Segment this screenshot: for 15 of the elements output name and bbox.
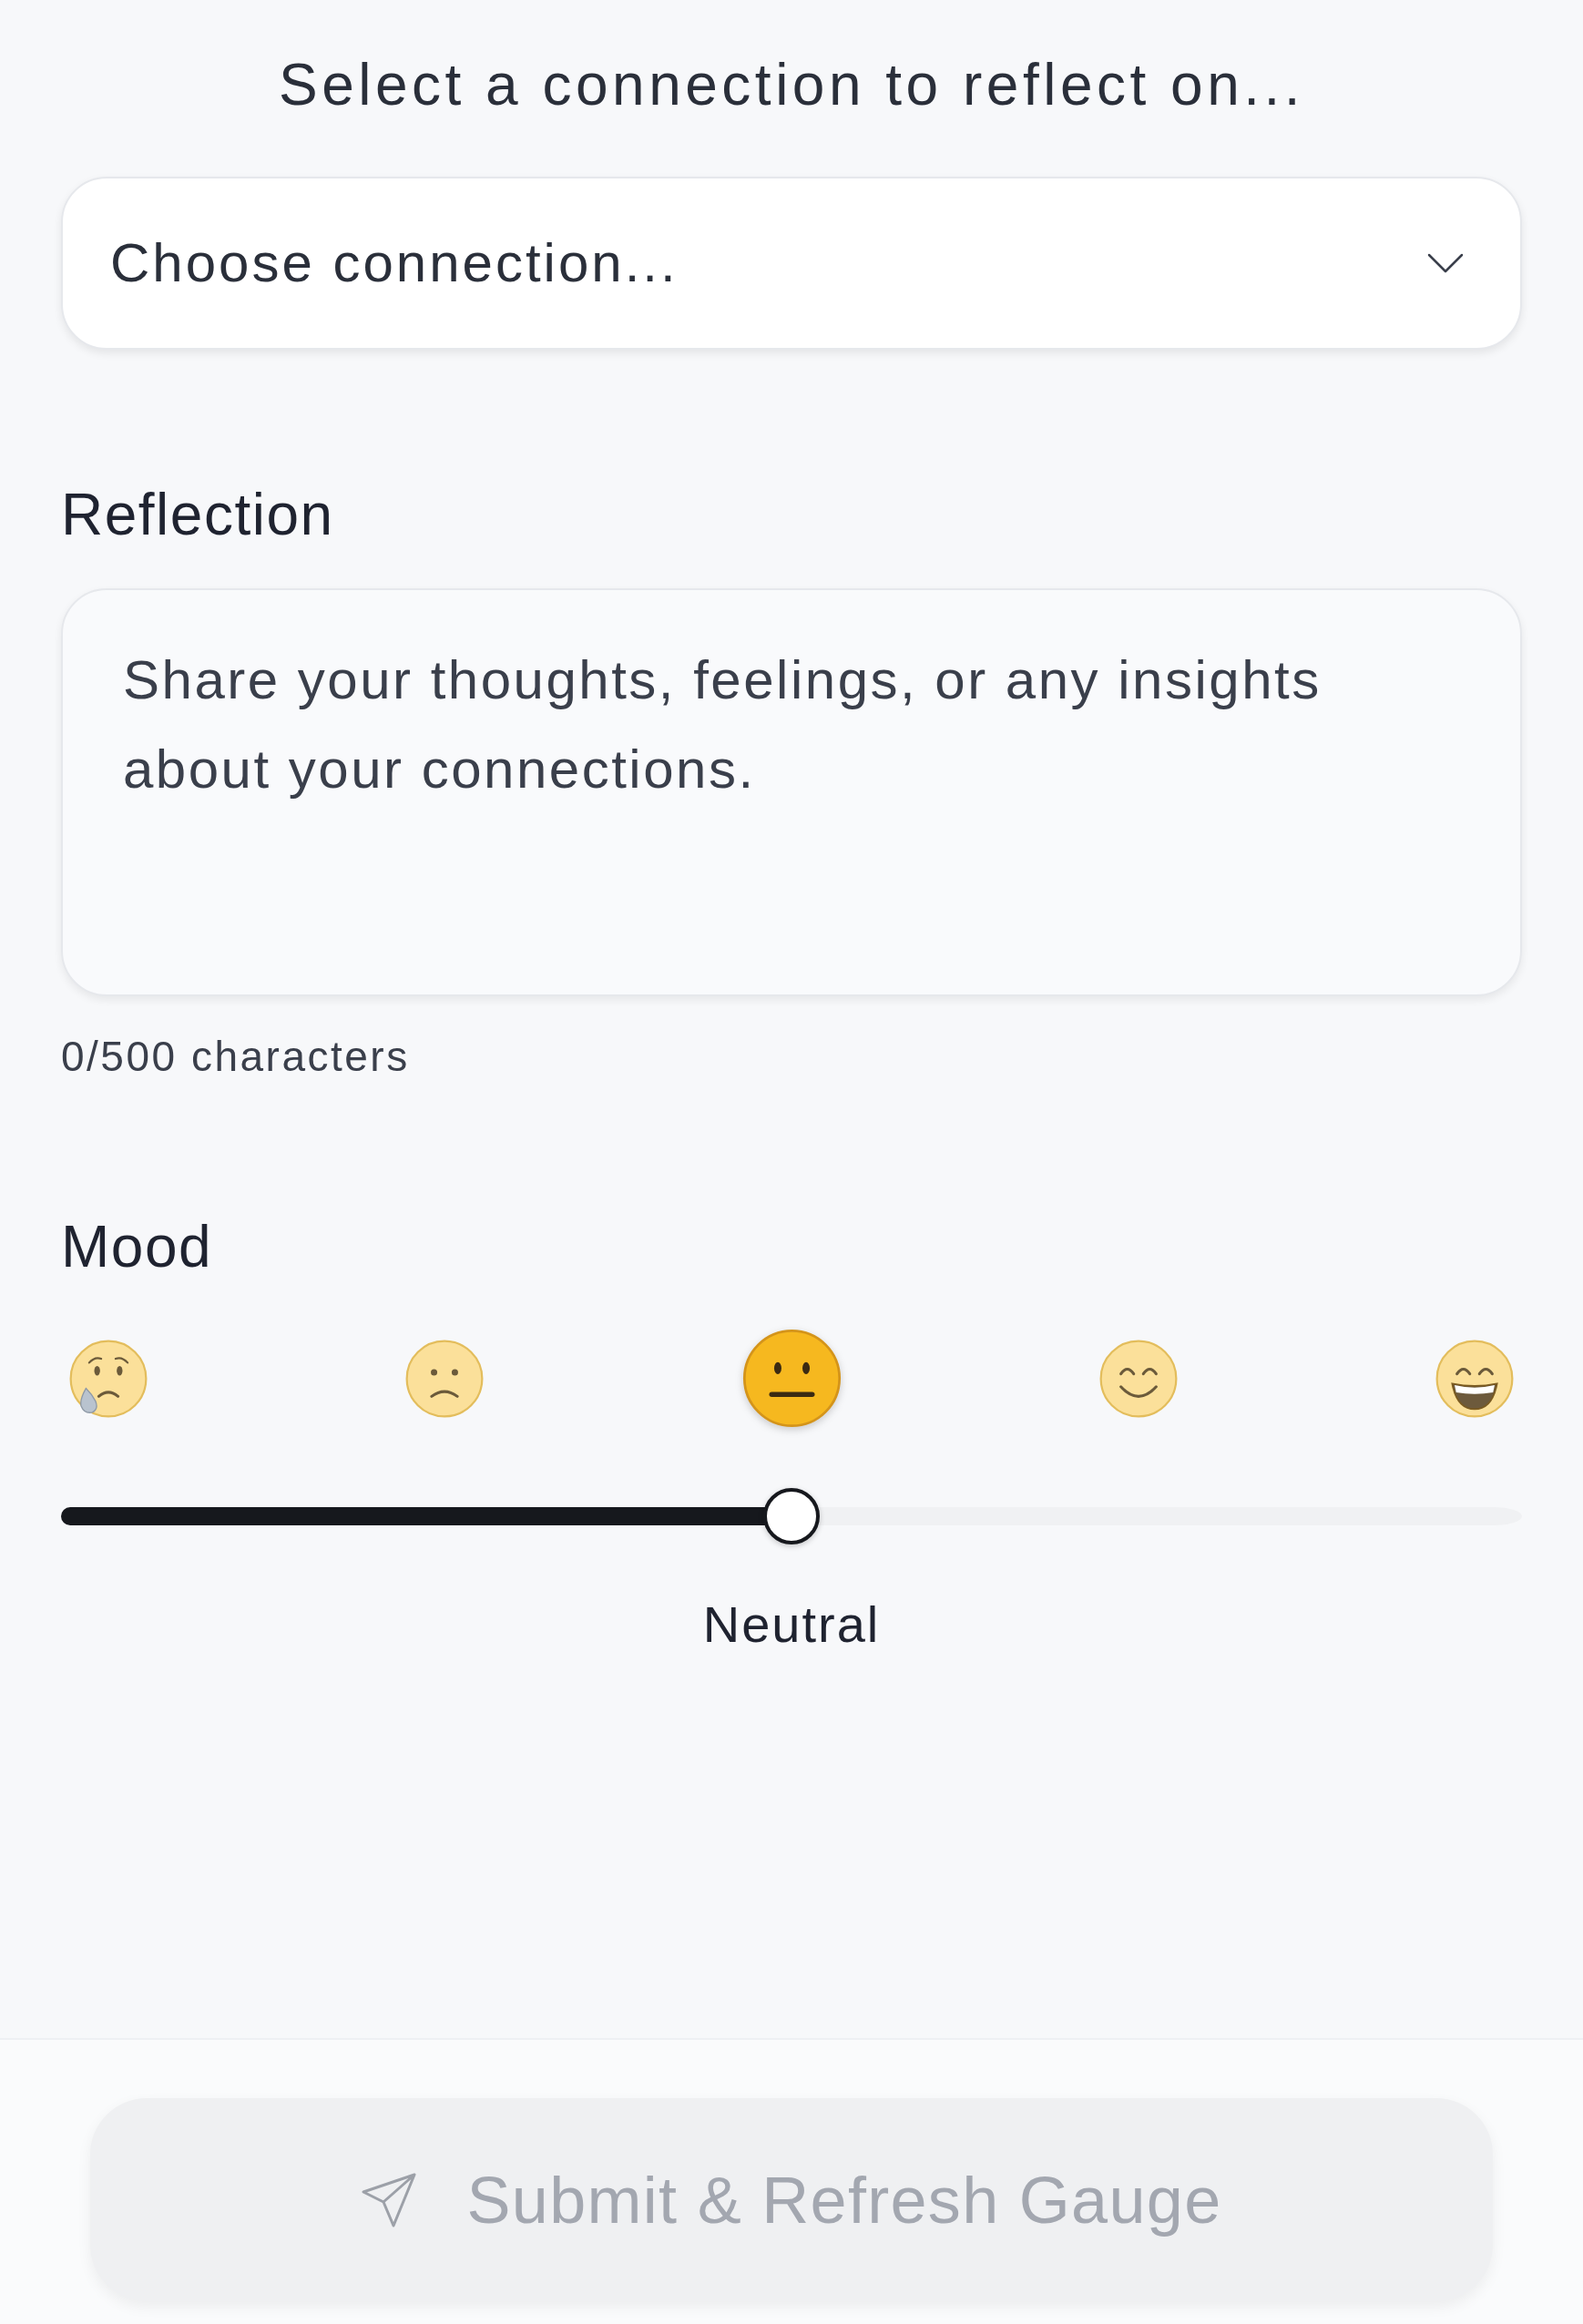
mood-label: Mood [61, 1213, 213, 1280]
slider-thumb[interactable] [763, 1488, 820, 1544]
frowning-face-icon[interactable] [404, 1338, 485, 1419]
crying-face-icon[interactable] [68, 1338, 148, 1419]
character-counter: 0/500 characters [61, 1032, 410, 1081]
smiling-face-icon[interactable] [1098, 1338, 1179, 1419]
send-icon [361, 2171, 418, 2228]
grinning-face-icon[interactable] [1435, 1338, 1515, 1419]
reflection-textarea[interactable]: Share your thoughts, feelings, or any insights about your connections. [61, 588, 1522, 996]
neutral-face-icon[interactable] [740, 1328, 843, 1429]
reflection-label: Reflection [61, 481, 334, 548]
page-heading: Select a connection to reflect on... [278, 51, 1305, 119]
mood-reading: Neutral [702, 1595, 881, 1654]
connection-dropdown[interactable]: Choose connection... [61, 177, 1522, 350]
chevron-down-icon [1427, 253, 1464, 273]
